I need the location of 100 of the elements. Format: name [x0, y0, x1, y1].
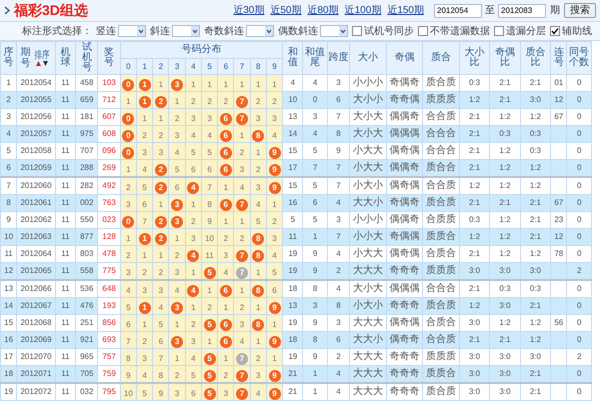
period-link[interactable]: 近50期 — [270, 3, 302, 18]
omission-count: 7 — [158, 354, 164, 363]
table-cell: 小大大 — [350, 246, 386, 262]
table-cell: 质合质 — [422, 383, 460, 400]
table-cell: 707 — [76, 142, 98, 160]
table-cell: 803 — [76, 246, 98, 262]
omission-count: 8 — [207, 200, 212, 209]
dropdown-caret-icon — [137, 26, 145, 36]
checkbox[interactable] — [352, 26, 362, 36]
select-label: 奇数斜连 — [204, 24, 244, 38]
omission-count: 2 — [272, 97, 277, 106]
table-cell: 5 — [302, 142, 328, 160]
omission-count: 2 — [158, 131, 164, 140]
table-cell: 2:1 — [520, 212, 551, 228]
omission-count: 4 — [207, 131, 212, 140]
omission-count: 3 — [272, 114, 277, 123]
omission-count: 1 — [207, 80, 212, 89]
table-cell: 奇偶奇 — [386, 194, 423, 212]
table-cell: 965 — [76, 348, 98, 366]
mark-select[interactable] — [172, 25, 200, 37]
table-cell: 0 — [566, 92, 592, 108]
table-cell: 103 — [98, 74, 120, 92]
omission-count: 4 — [272, 251, 277, 260]
range-from-field[interactable]: 2012054 — [434, 4, 482, 18]
column-title: 期号 — [20, 47, 31, 69]
omission-count: 1 — [256, 337, 260, 346]
omission-count: 2 — [240, 148, 244, 157]
table-cell: 193 — [98, 298, 120, 314]
omission-count: 1 — [256, 268, 260, 277]
omission-count: 5 — [191, 148, 196, 157]
table-cell: 15 — [0, 314, 17, 332]
omission-count: 2 — [224, 371, 228, 380]
table-cell: 1:2 — [490, 108, 520, 126]
table-cell: 0:3 — [520, 142, 551, 160]
omission-count: 1 — [191, 268, 196, 277]
omission-count: 1 — [174, 97, 180, 106]
table-cell: 奇奇偶 — [386, 92, 423, 108]
range-to-field[interactable]: 2012083 — [498, 4, 546, 18]
table-cell: 2012070 — [16, 348, 56, 366]
table-cell: 2:1 — [459, 246, 490, 262]
column-header: 跨度 — [327, 42, 350, 74]
omission-count: 4 — [256, 389, 260, 398]
table-cell: 合质质 — [422, 212, 460, 228]
column-header: 号码分布 — [120, 42, 283, 58]
table-cell: 0 — [566, 194, 592, 212]
omission-count: 1 — [240, 217, 244, 226]
table-cell: 2012064 — [16, 246, 56, 262]
period-link[interactable]: 近100期 — [344, 3, 382, 18]
omission-count: 1 — [207, 286, 212, 295]
checkbox-label: 不带遗漏数据 — [430, 24, 490, 38]
table-cell: 757 — [98, 348, 120, 366]
omission-count: 2 — [126, 183, 131, 192]
table-cell: 8 — [327, 298, 350, 314]
table-cell: 质合质 — [422, 194, 460, 212]
sort-arrows-icon[interactable] — [36, 60, 48, 66]
period-link[interactable]: 近150期 — [387, 3, 424, 18]
table-cell: 合合合 — [422, 126, 460, 142]
table-cell: 1:2 — [520, 246, 551, 262]
mark-select[interactable] — [320, 25, 348, 37]
table-cell: 2012072 — [16, 383, 56, 400]
omission-count: 1 — [272, 354, 277, 363]
table-cell: 2:1 — [490, 194, 520, 212]
table-cell: 合质合 — [422, 246, 460, 262]
table-cell: 11 — [55, 383, 76, 400]
table-cell: 0:3 — [459, 212, 490, 228]
table-cell: 13 — [0, 280, 17, 298]
table-cell: 2:1 — [520, 194, 551, 212]
search-button[interactable]: 搜索 — [564, 3, 596, 18]
table-cell: 质质质 — [422, 92, 460, 108]
table-cell: 19 — [0, 383, 17, 400]
omission-count: 1 — [240, 131, 244, 140]
checkbox[interactable] — [550, 26, 560, 36]
omission-count: 6 — [272, 286, 277, 295]
table-cell: 536 — [76, 280, 98, 298]
table-cell: 8 — [302, 280, 328, 298]
mark-select[interactable] — [118, 25, 146, 37]
table-cell: 15 — [282, 177, 303, 194]
table-cell: 1:2 — [459, 228, 490, 246]
omission-count: 3 — [142, 148, 147, 157]
table-cell: 奇奇奇 — [386, 383, 423, 400]
table-cell: 偶奇奇 — [386, 332, 423, 348]
period-link[interactable]: 近30期 — [233, 3, 264, 18]
table-cell: 4 — [327, 280, 350, 298]
period-link[interactable]: 近80期 — [308, 3, 339, 18]
table-cell: 3:0 — [459, 348, 490, 366]
table-cell: 小小小 — [350, 212, 386, 228]
table-cell: 16 — [0, 332, 17, 348]
checkbox[interactable] — [418, 26, 428, 36]
omission-count: 2 — [256, 97, 260, 106]
omission-count: 2 — [272, 217, 277, 226]
mark-select[interactable] — [246, 25, 274, 37]
omission-count: 1 — [158, 200, 164, 209]
table-cell: 3 — [0, 108, 17, 126]
table-cell: 2012066 — [16, 280, 56, 298]
table-cell: 3 — [327, 314, 350, 332]
table-cell: 3:0 — [490, 383, 520, 400]
omission-count: 2 — [207, 97, 212, 106]
table-cell: 2:1 — [459, 332, 490, 348]
omission-count: 4 — [240, 337, 244, 346]
checkbox[interactable] — [494, 26, 504, 36]
